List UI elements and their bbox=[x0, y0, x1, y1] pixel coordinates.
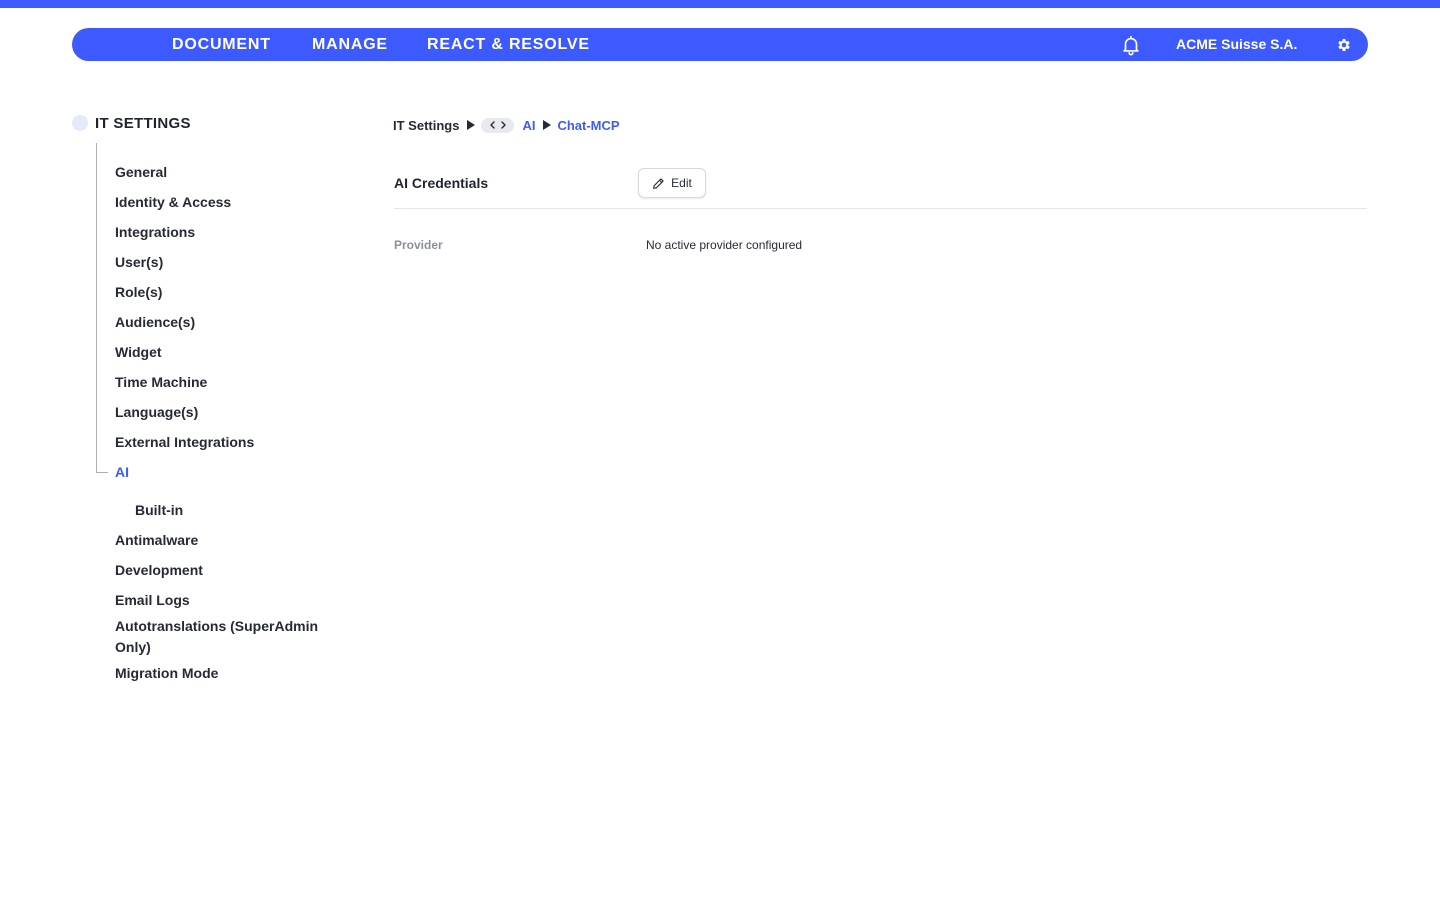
chevron-left-right-icon bbox=[490, 121, 506, 129]
sidebar-item-built-in[interactable]: Built-in bbox=[135, 500, 183, 521]
breadcrumb-separator-icon bbox=[543, 120, 552, 130]
breadcrumb: IT Settings AI Chat-MCP bbox=[393, 116, 620, 134]
breadcrumb-separator-icon bbox=[467, 120, 476, 130]
sidebar-item-email-logs[interactable]: Email Logs bbox=[115, 590, 190, 611]
sidebar-item-users[interactable]: User(s) bbox=[115, 252, 163, 273]
organization-switcher[interactable]: ACME Suisse S.A. bbox=[1176, 28, 1297, 61]
sidebar-item-roles[interactable]: Role(s) bbox=[115, 282, 162, 303]
nav-react-resolve[interactable]: REACT & RESOLVE bbox=[427, 28, 590, 61]
provider-value: No active provider configured bbox=[646, 238, 803, 252]
breadcrumb-root[interactable]: IT Settings bbox=[393, 118, 459, 133]
top-accent-strip bbox=[0, 0, 1440, 8]
tree-corner bbox=[96, 472, 108, 473]
sidebar-item-languages[interactable]: Language(s) bbox=[115, 402, 198, 423]
bell-icon[interactable] bbox=[1120, 34, 1142, 56]
sidebar-item-audiences[interactable]: Audience(s) bbox=[115, 312, 195, 333]
sidebar-item-autotranslations[interactable]: Autotranslations (SuperAdmin Only) bbox=[115, 616, 340, 658]
nav-manage[interactable]: MANAGE bbox=[312, 28, 388, 61]
sidebar-item-antimalware[interactable]: Antimalware bbox=[115, 530, 198, 551]
sidebar-header: IT SETTINGS bbox=[72, 113, 191, 133]
tree-line bbox=[96, 143, 97, 473]
breadcrumb-current[interactable]: Chat-MCP bbox=[557, 118, 619, 133]
sidebar-item-integrations[interactable]: Integrations bbox=[115, 222, 195, 243]
edit-button[interactable]: Edit bbox=[638, 168, 706, 198]
sidebar-item-time-machine[interactable]: Time Machine bbox=[115, 372, 207, 393]
sidebar-dot-icon bbox=[72, 115, 88, 131]
edit-button-label: Edit bbox=[671, 176, 692, 190]
gear-icon[interactable] bbox=[1336, 37, 1352, 53]
breadcrumb-parent[interactable]: AI bbox=[522, 118, 535, 133]
nav-document[interactable]: DOCUMENT bbox=[172, 28, 271, 61]
section-divider bbox=[394, 208, 1367, 209]
sidebar-title: IT SETTINGS bbox=[95, 114, 191, 132]
sidebar-item-widget[interactable]: Widget bbox=[115, 342, 162, 363]
provider-label: Provider bbox=[394, 238, 443, 252]
sidebar-item-ai[interactable]: AI bbox=[115, 462, 129, 483]
top-navbar: DOCUMENT MANAGE REACT & RESOLVE ACME Sui… bbox=[72, 28, 1368, 61]
section-title: AI Credentials bbox=[394, 175, 489, 191]
pencil-icon bbox=[653, 177, 664, 189]
sidebar-item-identity-access[interactable]: Identity & Access bbox=[115, 192, 231, 213]
sidebar-item-migration-mode[interactable]: Migration Mode bbox=[115, 663, 218, 684]
sidebar-item-external-integrations[interactable]: External Integrations bbox=[115, 432, 254, 453]
sidebar-item-general[interactable]: General bbox=[115, 162, 167, 183]
sidebar-item-development[interactable]: Development bbox=[115, 560, 203, 581]
breadcrumb-collapsed-toggle[interactable] bbox=[481, 117, 515, 133]
